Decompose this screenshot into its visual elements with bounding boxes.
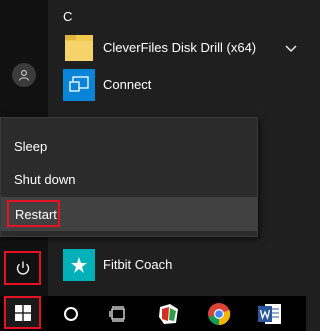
power-icon — [16, 261, 29, 275]
app-icon — [159, 304, 178, 324]
menu-item-label: Restart — [15, 207, 57, 222]
connect-icon — [69, 76, 89, 92]
cortana-circle-icon — [64, 307, 78, 321]
folder-icon — [65, 35, 93, 61]
menu-item-restart[interactable]: Restart — [1, 197, 257, 231]
menu-item-shut-down[interactable]: Shut down — [1, 162, 257, 196]
taskbar — [0, 296, 306, 331]
chrome-button[interactable] — [204, 299, 234, 329]
menu-item-sleep[interactable]: Sleep — [1, 129, 257, 163]
power-options-menu: Sleep Shut down Restart — [0, 117, 258, 237]
app-label: CleverFiles Disk Drill (x64) — [103, 40, 257, 55]
app-label: Fitbit Coach — [103, 257, 173, 272]
start-button[interactable] — [4, 296, 41, 329]
taskbar-app-button[interactable] — [154, 299, 184, 329]
task-view-button[interactable] — [103, 299, 133, 329]
app-label: Connect — [103, 77, 152, 92]
app-item-cleverfiles[interactable]: CleverFiles Disk Drill (x64) — [48, 29, 306, 67]
account-button[interactable] — [12, 63, 36, 87]
menu-item-label: Sleep — [14, 139, 48, 154]
app-tile — [63, 69, 95, 101]
word-icon — [258, 304, 281, 324]
app-tile — [63, 249, 95, 281]
menu-item-label: Shut down — [14, 172, 76, 187]
cortana-button[interactable] — [56, 299, 86, 329]
chevron-down-icon[interactable] — [284, 41, 298, 55]
app-tile — [63, 32, 95, 64]
power-button[interactable] — [4, 251, 41, 285]
windows-logo-icon — [14, 304, 31, 321]
chrome-icon — [208, 303, 231, 326]
app-item-fitbit-coach[interactable]: Fitbit Coach — [48, 246, 306, 284]
fitbit-star-icon — [71, 257, 87, 273]
user-icon — [18, 70, 30, 81]
section-letter-c[interactable]: C — [63, 9, 72, 24]
word-button[interactable] — [255, 299, 285, 329]
app-item-connect[interactable]: Connect — [48, 66, 306, 104]
task-view-icon — [109, 306, 125, 322]
